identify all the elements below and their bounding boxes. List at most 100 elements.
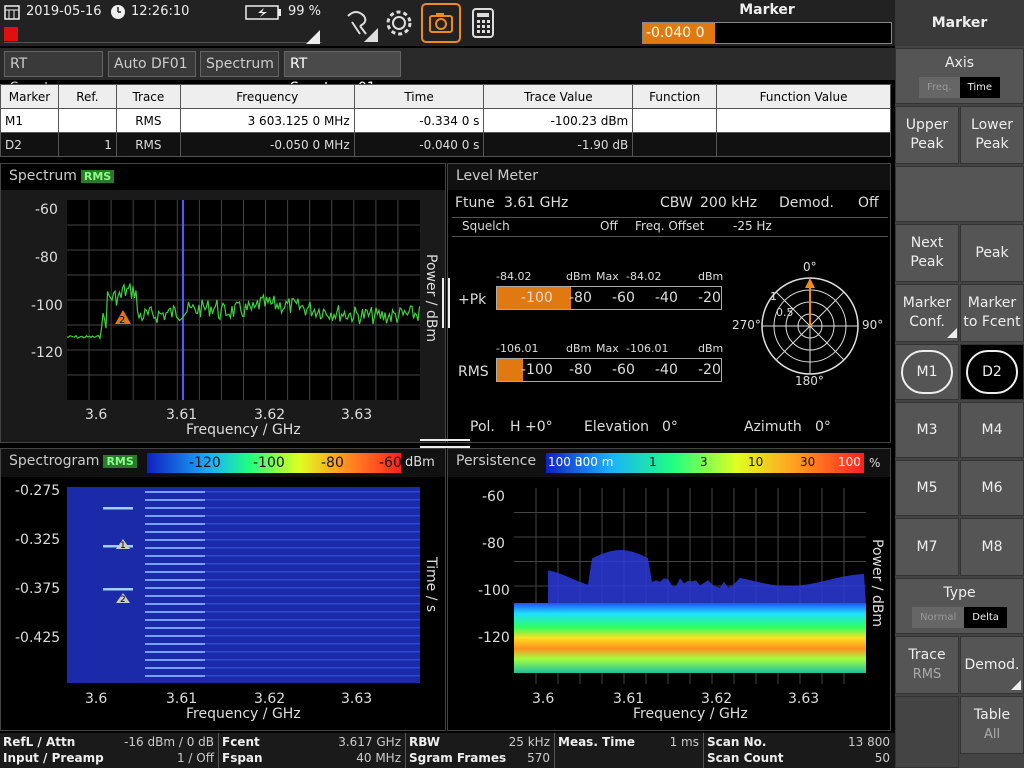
polar-compass: 1 0.5 bbox=[761, 277, 859, 375]
spectrum-title-text: Spectrum bbox=[9, 168, 77, 184]
xtick: 3.62 bbox=[254, 407, 286, 423]
polar-r05: 0.5 bbox=[776, 306, 794, 319]
status-scan[interactable]: Scan No. 13 800 Scan Count 50 bbox=[703, 733, 893, 768]
preset-icon[interactable] bbox=[342, 6, 378, 42]
y-axis-label: Power / dBm bbox=[869, 539, 885, 628]
ytick: -0.275 bbox=[15, 483, 61, 499]
x-axis-label: Frequency / GHz bbox=[633, 706, 748, 722]
cell: M1 bbox=[0, 108, 59, 133]
scan-no-value: 13 800 bbox=[848, 735, 890, 749]
trace-label: Trace bbox=[908, 647, 946, 663]
xtick: 3.6 bbox=[85, 407, 108, 423]
scan-count-label: Scan Count bbox=[707, 751, 784, 765]
rms-scale: -40 bbox=[655, 362, 678, 378]
status-rbw[interactable]: RBW 25 kHz Sgram Frames 570 bbox=[405, 733, 553, 768]
rms-bar-fill bbox=[497, 359, 523, 381]
ftune-value: 3.61 GHz bbox=[504, 195, 569, 211]
tab-rt-spectrum01[interactable]: RT Spectrum01 bbox=[284, 51, 401, 96]
polar-r1: 1 bbox=[770, 290, 777, 303]
tab-spectrum[interactable]: Spectrum bbox=[200, 51, 279, 77]
table-row[interactable]: M1 RMS 3 603.125 0 MHz -0.334 0 s -100.2… bbox=[0, 108, 891, 133]
xtick: 3.6 bbox=[85, 691, 108, 707]
axis-toggle[interactable]: Axis Freq. Time bbox=[895, 48, 1024, 104]
cell bbox=[57, 108, 117, 133]
cell: -1.90 dB bbox=[483, 132, 634, 157]
ftune-label: Ftune bbox=[455, 195, 495, 211]
type-toggle[interactable]: Type Normal Delta bbox=[895, 578, 1024, 634]
xtick: 3.62 bbox=[254, 691, 286, 707]
type-normal-option[interactable]: Normal bbox=[912, 607, 965, 628]
col-function: Function bbox=[632, 84, 718, 109]
corner-arrow-icon bbox=[306, 30, 320, 44]
d2-button[interactable]: D2 bbox=[960, 344, 1024, 400]
cell bbox=[632, 132, 718, 157]
pk-scale: -100 bbox=[521, 290, 553, 306]
xtick: 3.61 bbox=[166, 691, 198, 707]
persistence-panel[interactable]: Persistence 100 u 300 m 1 3 10 30 100 % … bbox=[447, 448, 891, 731]
camera-button[interactable] bbox=[421, 3, 461, 43]
status-refl-input[interactable]: RefL / Attn -16 dBm / 0 dB Input / Preamp… bbox=[0, 733, 217, 768]
marker-value-field[interactable]: -0.040 0 s bbox=[642, 22, 892, 61]
gear-icon[interactable] bbox=[384, 8, 414, 38]
ytick: -60 bbox=[35, 202, 58, 218]
battery-icon bbox=[245, 5, 281, 20]
camera-icon bbox=[429, 13, 453, 33]
pk-max-value: -84.02 bbox=[626, 270, 662, 283]
m1-button[interactable]: M1 bbox=[895, 344, 959, 400]
spectrogram-plot[interactable]: 1 2 bbox=[67, 487, 420, 683]
y-axis-label: Time / s bbox=[423, 557, 439, 613]
d2-label: D2 bbox=[966, 350, 1018, 394]
m7-button[interactable]: M7 bbox=[895, 518, 959, 576]
xtick: 3.6 bbox=[532, 691, 555, 707]
marker-to-fcent-button[interactable]: Marker to Fcent bbox=[960, 284, 1024, 342]
marker-title: Marker bbox=[739, 2, 795, 18]
type-delta-option[interactable]: Delta bbox=[964, 607, 1007, 628]
tab-rt-spectrum[interactable]: RT Spectrum bbox=[4, 51, 103, 96]
spectrum-panel[interactable]: Spectrum RMS 2 -60 -80 -100 -120 3.6 3.61… bbox=[0, 163, 446, 443]
scan-count-value: 50 bbox=[874, 751, 890, 765]
table-button[interactable]: Table All bbox=[960, 696, 1024, 754]
axis-time-option[interactable]: Time bbox=[959, 77, 1001, 98]
status-strip bbox=[4, 27, 322, 43]
elevation-value: 0° bbox=[662, 419, 678, 435]
persistence-band bbox=[514, 603, 866, 673]
m6-button[interactable]: M6 bbox=[960, 460, 1024, 516]
polar-bottom: 180° bbox=[795, 374, 824, 388]
xtick: 3.62 bbox=[701, 691, 733, 707]
lower-peak-button[interactable]: Lower Peak bbox=[960, 106, 1024, 164]
trace-button[interactable]: Trace RMS bbox=[895, 636, 959, 694]
horizontal-splitter[interactable] bbox=[420, 439, 470, 448]
spectrogram-panel[interactable]: Spectrogram RMS -120 -100 -80 -60 dBm 1 2… bbox=[0, 448, 446, 731]
upper-peak-button[interactable]: Upper Peak bbox=[895, 106, 959, 164]
status-meas-time[interactable]: Meas. Time 1 ms bbox=[554, 733, 702, 768]
fcent-value: 3.617 GHz bbox=[338, 735, 401, 749]
m3-button[interactable]: M3 bbox=[895, 402, 959, 458]
next-peak-button[interactable]: Next Peak bbox=[895, 224, 959, 282]
sgram-scale: -80 bbox=[321, 455, 344, 471]
level-meter-panel[interactable]: Level Meter Ftune 3.61 GHz CBW 200 kHz D… bbox=[447, 163, 891, 443]
m4-button[interactable]: M4 bbox=[960, 402, 1024, 458]
keypad-icon[interactable] bbox=[472, 8, 494, 38]
tab-auto-df01[interactable]: Auto DF01 bbox=[108, 51, 196, 77]
m8-button[interactable]: M8 bbox=[960, 518, 1024, 576]
persistence-plot[interactable] bbox=[514, 488, 866, 684]
level-meter-title: Level Meter bbox=[456, 168, 538, 184]
ytick: -120 bbox=[478, 630, 510, 646]
date-text: 2019-05-16 bbox=[26, 4, 102, 19]
status-freq[interactable]: Fcent 3.617 GHz Fspan 40 MHz bbox=[218, 733, 404, 768]
ytick: -60 bbox=[482, 489, 505, 505]
axis-freq-option[interactable]: Freq. bbox=[918, 77, 960, 98]
pers-scale: 30 bbox=[800, 455, 816, 469]
spectrum-plot[interactable]: 2 bbox=[67, 200, 420, 400]
peak-button[interactable]: Peak bbox=[960, 224, 1024, 282]
sgram-unit: dBm bbox=[405, 455, 435, 470]
vertical-splitter[interactable] bbox=[442, 278, 450, 328]
table-row[interactable]: D2 1 RMS -0.050 0 MHz -0.040 0 s -1.90 d… bbox=[0, 132, 891, 157]
m5-button[interactable]: M5 bbox=[895, 460, 959, 516]
rms-scale: -80 bbox=[569, 362, 592, 378]
squelch-label: Squelch bbox=[462, 219, 510, 233]
pk-label: +Pk bbox=[458, 292, 487, 308]
col-ref: Ref. bbox=[57, 84, 117, 109]
pk-max-unit: dBm bbox=[698, 270, 724, 283]
sgram-scale: -60 bbox=[379, 455, 402, 471]
